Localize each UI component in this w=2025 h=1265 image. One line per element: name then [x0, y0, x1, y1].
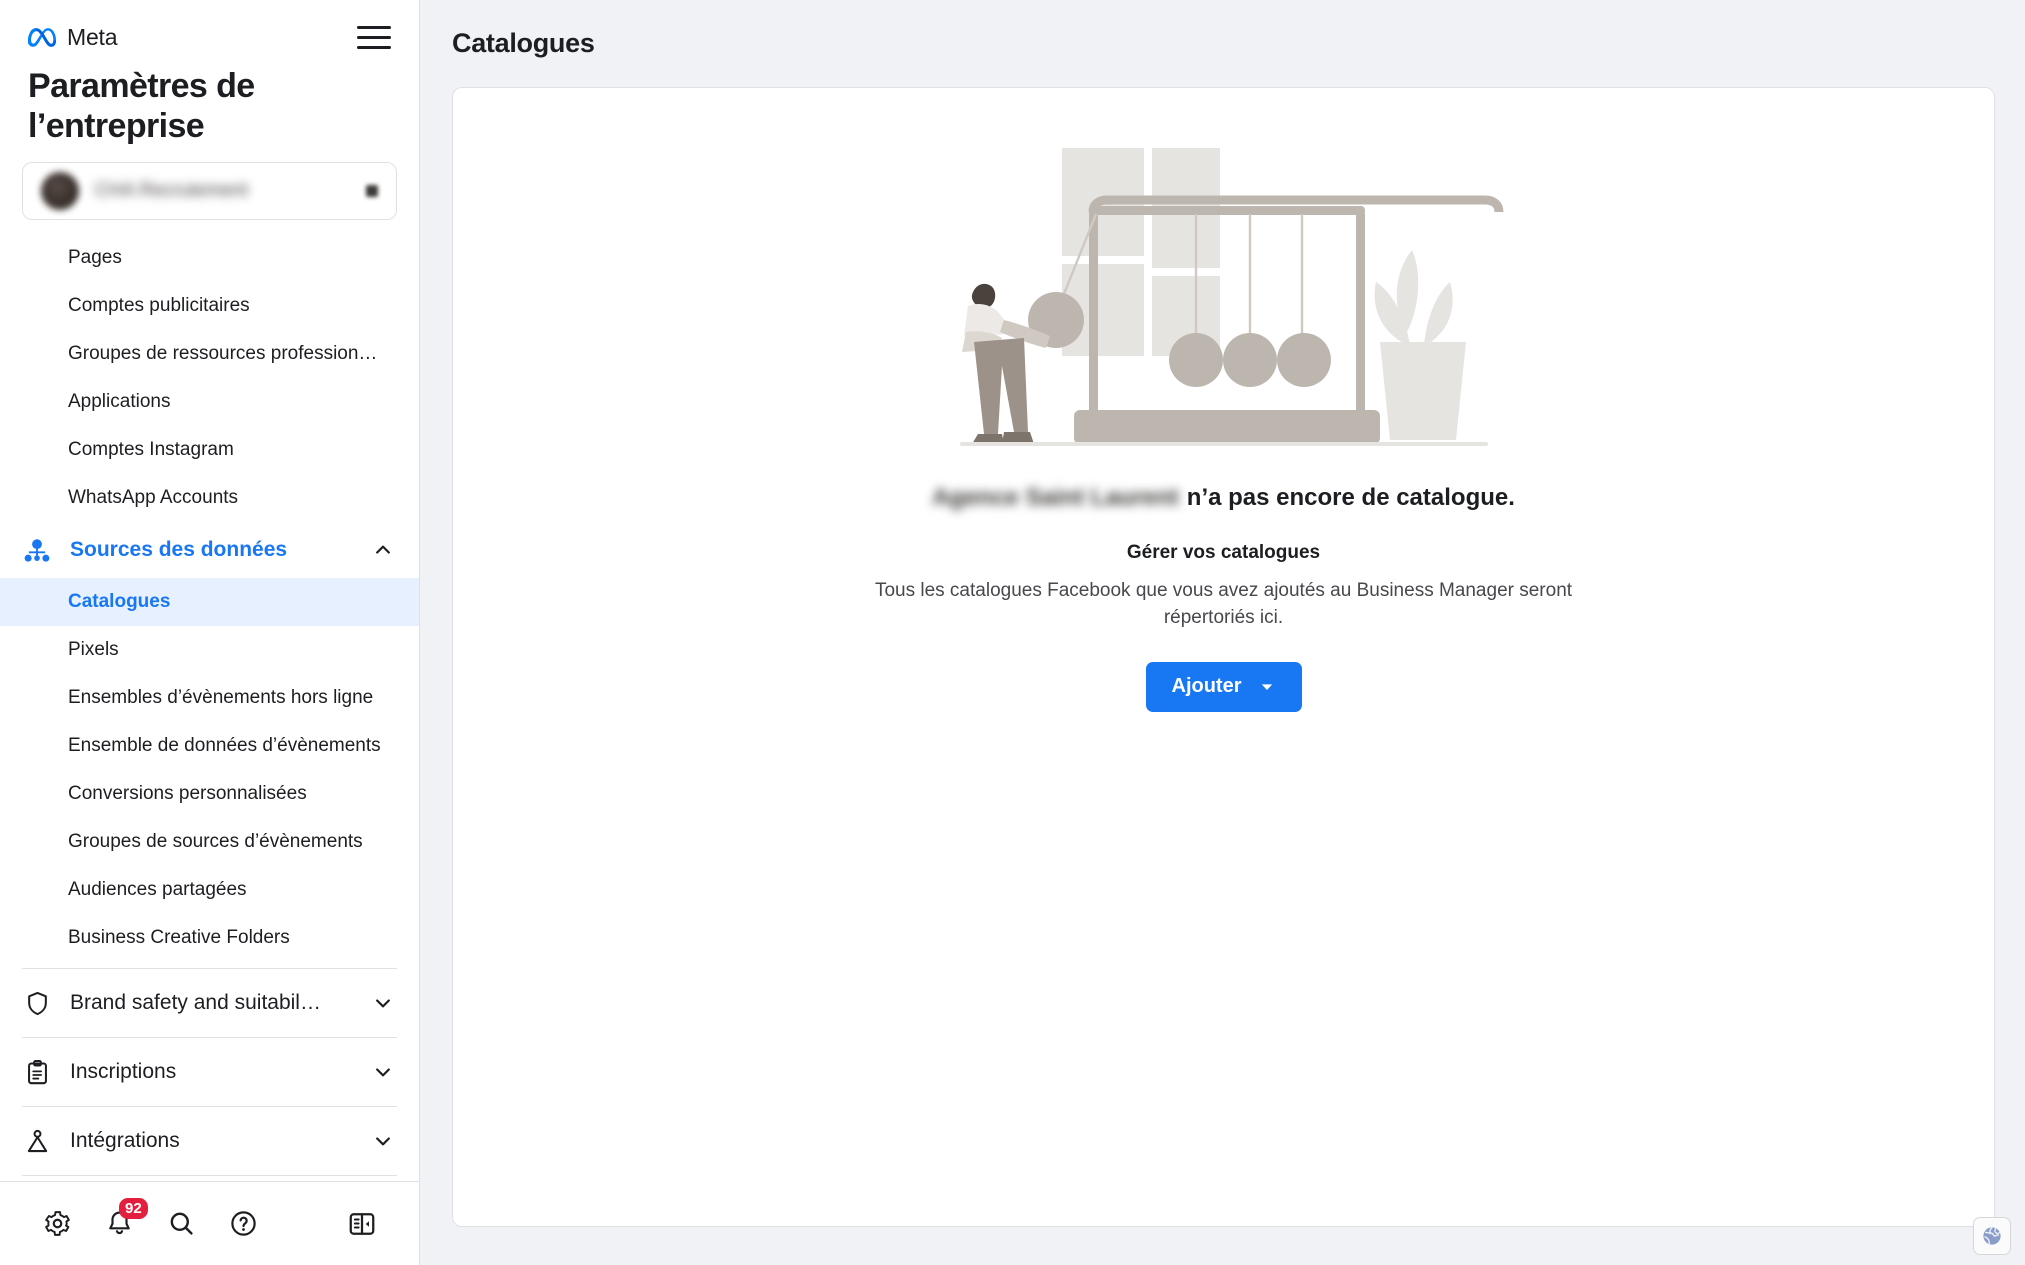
account-name: CHA Recrutement: [95, 180, 350, 202]
add-button-label: Ajouter: [1172, 675, 1242, 698]
sidebar-subnav-sources: Catalogues Pixels Ensembles d’évènements…: [0, 578, 419, 962]
primary-nav: Pages Comptes publicitaires Groupes de r…: [0, 234, 419, 522]
sidebar-section-integrations[interactable]: Intégrations: [0, 1113, 419, 1169]
help-circle-icon: [229, 1209, 258, 1238]
clipboard-icon: [22, 1057, 52, 1087]
empty-state-subtitle: Gérer vos catalogues: [1127, 542, 1320, 564]
sidebar-item-audiences-partagees[interactable]: Audiences partagées: [0, 866, 419, 914]
sidebar: Meta Paramètres de l’entreprise CHA Recr…: [0, 0, 420, 1265]
sidebar-item-groupes-sources-evenements[interactable]: Groupes de sources d’évènements: [0, 818, 419, 866]
sidebar-title: Paramètres de l’entreprise: [0, 52, 419, 146]
catalogues-empty-state-card: Agence Saint Laurent n’a pas encore de c…: [452, 87, 1995, 1227]
sidebar-section-label: Brand safety and suitabil…: [70, 991, 355, 1015]
avatar: [41, 172, 79, 210]
empty-state-title-rest: n’a pas encore de catalogue.: [1187, 484, 1515, 512]
sidebar-item-label: Applications: [68, 391, 170, 413]
collapse-sidebar-button[interactable]: [331, 1196, 393, 1252]
chevron-down-icon: [373, 1131, 393, 1151]
chevron-down-icon: [373, 1062, 393, 1082]
sidebar-item-catalogues[interactable]: Catalogues: [0, 578, 419, 626]
sidebar-item-label: WhatsApp Accounts: [68, 487, 238, 509]
sidebar-section-label: Inscriptions: [70, 1060, 355, 1084]
page-title: Catalogues: [420, 0, 2025, 59]
notifications-button[interactable]: 92: [88, 1196, 150, 1252]
meta-infinity-icon: [28, 28, 58, 47]
sidebar-item-ensemble-donnees-evenements[interactable]: Ensemble de données d’évènements: [0, 722, 419, 770]
help-button[interactable]: [212, 1196, 274, 1252]
add-catalogue-button[interactable]: Ajouter: [1146, 662, 1302, 712]
sidebar-section-label: Sources des données: [70, 538, 355, 562]
sidebar-section-sources-des-donnees[interactable]: Sources des données: [0, 522, 419, 578]
collapse-sidebar-icon: [347, 1209, 377, 1239]
sidebar-section-inscriptions[interactable]: Inscriptions: [0, 1044, 419, 1100]
sidebar-item-comptes-publicitaires[interactable]: Comptes publicitaires: [0, 282, 419, 330]
chevron-down-icon: [366, 185, 378, 197]
gear-icon: [43, 1209, 72, 1238]
sidebar-divider: [22, 1037, 397, 1038]
chevron-up-icon: [373, 540, 393, 560]
sidebar-item-label: Pages: [68, 247, 122, 269]
sidebar-item-whatsapp-accounts[interactable]: WhatsApp Accounts: [0, 474, 419, 522]
sidebar-item-pages[interactable]: Pages: [0, 234, 419, 282]
language-globe-button[interactable]: [1973, 1217, 2011, 1255]
integrations-icon: [22, 1126, 52, 1156]
sidebar-divider: [22, 1175, 397, 1176]
sidebar-item-applications[interactable]: Applications: [0, 378, 419, 426]
sidebar-item-comptes-instagram[interactable]: Comptes Instagram: [0, 426, 419, 474]
empty-state-description: Tous les catalogues Facebook que vous av…: [864, 578, 1584, 632]
empty-state-title: Agence Saint Laurent n’a pas encore de c…: [932, 484, 1515, 512]
sidebar-divider: [22, 968, 397, 969]
main-content: Catalogues: [420, 0, 2025, 1265]
sidebar-section-brand-safety[interactable]: Brand safety and suitabil…: [0, 975, 419, 1031]
sidebar-header: Meta: [0, 0, 419, 52]
sidebar-item-label: Audiences partagées: [68, 879, 247, 901]
sidebar-item-label: Pixels: [68, 639, 119, 661]
newtons-cradle-illustration: [944, 132, 1504, 462]
shield-icon: [22, 988, 52, 1018]
data-sources-icon: [22, 535, 52, 565]
notification-badge: 92: [119, 1198, 148, 1219]
sidebar-item-business-creative-folders[interactable]: Business Creative Folders: [0, 914, 419, 962]
sidebar-item-label: Ensemble de données d’évènements: [68, 735, 381, 757]
sidebar-item-evenements-hors-ligne[interactable]: Ensembles d’évènements hors ligne: [0, 674, 419, 722]
sidebar-item-label: Groupes de sources d’évènements: [68, 831, 363, 853]
sidebar-item-label: Catalogues: [68, 591, 170, 613]
sidebar-item-label: Comptes publicitaires: [68, 295, 250, 317]
sidebar-section-label: Intégrations: [70, 1129, 355, 1153]
hamburger-menu-icon[interactable]: [357, 22, 391, 52]
sidebar-item-label: Ensembles d’évènements hors ligne: [68, 687, 373, 709]
sidebar-toolbar: 92: [0, 1181, 419, 1265]
sidebar-item-label: Business Creative Folders: [68, 927, 290, 949]
sidebar-item-groupes-ressources[interactable]: Groupes de ressources profession…: [0, 330, 419, 378]
settings-button[interactable]: [26, 1196, 88, 1252]
globe-icon: [1981, 1225, 2003, 1247]
sidebar-item-label: Groupes de ressources profession…: [68, 343, 377, 365]
sidebar-item-label: Conversions personnalisées: [68, 783, 307, 805]
sidebar-item-pixels[interactable]: Pixels: [0, 626, 419, 674]
sidebar-divider: [22, 1106, 397, 1107]
sidebar-item-conversions-personnalisees[interactable]: Conversions personnalisées: [0, 770, 419, 818]
meta-wordmark: Meta: [67, 24, 117, 51]
sidebar-item-label: Comptes Instagram: [68, 439, 234, 461]
business-name: Agence Saint Laurent: [932, 484, 1179, 512]
app-root: Meta Paramètres de l’entreprise CHA Recr…: [0, 0, 2025, 1265]
account-selector[interactable]: CHA Recrutement: [22, 162, 397, 220]
search-icon: [167, 1209, 196, 1238]
search-button[interactable]: [150, 1196, 212, 1252]
chevron-down-icon: [373, 993, 393, 1013]
meta-logo: Meta: [28, 24, 117, 51]
sidebar-scroll-area: Meta Paramètres de l’entreprise CHA Recr…: [0, 0, 419, 1181]
chevron-down-icon: [1258, 678, 1276, 696]
